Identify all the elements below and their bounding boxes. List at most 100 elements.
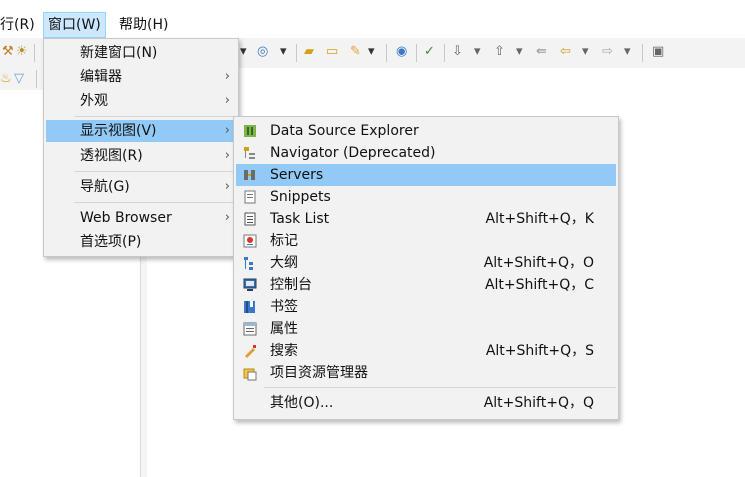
toolbar-dropdown-icon-6[interactable]: ▾ xyxy=(582,44,589,60)
toolbar-separator-5 xyxy=(444,44,445,62)
view-item-console[interactable]: 控制台 Alt+Shift+Q，C xyxy=(236,274,616,296)
search-icon xyxy=(245,345,256,358)
toolbar-last-edit-icon[interactable]: ⇚ xyxy=(536,44,547,60)
menubar: 行(R) 窗口(W) 帮助(H) xyxy=(0,12,745,38)
outline-icon xyxy=(244,257,253,270)
menu-run[interactable]: 行(R) xyxy=(0,12,39,38)
view-item-accelerator: Alt+Shift+Q，C xyxy=(484,277,594,293)
menu-item-label: 导航(G) xyxy=(80,179,130,195)
properties-icon xyxy=(243,322,257,336)
task-list-icon xyxy=(244,212,256,226)
menu-separator xyxy=(74,116,236,117)
view-item-accelerator: Alt+Shift+Q，S xyxy=(485,343,594,359)
toolbar-dropdown-icon-3[interactable]: ▾ xyxy=(368,44,375,60)
toolbar-mark-icon[interactable]: ✓ xyxy=(424,44,435,60)
chevron-right-icon: › xyxy=(224,123,230,138)
markers-icon xyxy=(243,234,257,248)
view-item-label: 大纲 xyxy=(270,255,298,271)
view-item-label: 其他(O)... xyxy=(270,395,334,411)
menu-item-preferences[interactable]: 首选项(P) xyxy=(46,231,236,253)
snippets-icon xyxy=(244,190,256,204)
toolbar-filter-icon[interactable]: ▽ xyxy=(14,71,24,87)
toolbar-separator-3 xyxy=(386,44,387,62)
toolbar-tool-icon[interactable]: ⚒ xyxy=(2,44,14,60)
toolbar-dropdown-icon-2[interactable]: ▾ xyxy=(280,44,287,60)
menu-item-label: 外观 xyxy=(80,93,108,109)
view-item-task-list[interactable]: Task List Alt+Shift+Q，K xyxy=(236,208,616,230)
toolbar-separator xyxy=(34,44,35,62)
chevron-right-icon: › xyxy=(224,69,230,84)
toolbar-separator-7 xyxy=(36,70,37,88)
console-icon xyxy=(243,278,257,291)
menu-item-perspective[interactable]: 透视图(R) › xyxy=(46,145,236,167)
data-source-icon xyxy=(244,125,256,137)
menu-item-show-view[interactable]: 显示视图(V) › xyxy=(46,120,236,142)
view-item-outline[interactable]: 大纲 Alt+Shift+Q，O xyxy=(236,252,616,274)
toolbar-sync-icon[interactable]: ♨ xyxy=(0,71,12,87)
show-view-submenu: Data Source Explorer Navigator (Deprecat… xyxy=(233,116,619,420)
view-item-accelerator: Alt+Shift+Q，O xyxy=(483,255,594,271)
view-item-other[interactable]: 其他(O)... Alt+Shift+Q，Q xyxy=(236,392,616,414)
toolbar-dropdown-icon-7[interactable]: ▾ xyxy=(624,44,631,60)
view-item-accelerator: Alt+Shift+Q，Q xyxy=(483,395,594,411)
toolbar-open-type-icon[interactable]: ▰ xyxy=(304,44,314,60)
toolbar-dropdown-icon-5[interactable]: ▾ xyxy=(516,44,523,60)
menu-separator xyxy=(264,387,616,388)
view-item-project-explorer[interactable]: 项目资源管理器 xyxy=(236,362,616,384)
menu-item-label: 首选项(P) xyxy=(80,234,142,250)
bookmarks-icon xyxy=(244,301,255,313)
menu-item-new-window[interactable]: 新建窗口(N) xyxy=(46,42,236,64)
menu-window[interactable]: 窗口(W) xyxy=(43,12,106,38)
project-explorer-icon xyxy=(243,368,257,381)
toolbar-globe-icon[interactable]: ◉ xyxy=(396,44,407,60)
toolbar-forward-icon[interactable]: ⇨ xyxy=(602,44,613,60)
menu-item-label: 显示视图(V) xyxy=(80,123,157,139)
toolbar-separator-4 xyxy=(416,44,417,62)
view-item-accelerator: Alt+Shift+Q，K xyxy=(485,211,594,227)
chevron-right-icon: › xyxy=(224,210,230,225)
chevron-right-icon: › xyxy=(224,179,230,194)
menu-separator xyxy=(74,202,236,203)
view-item-label: 搜索 xyxy=(270,343,298,359)
toolbar-back-icon[interactable]: ⇦ xyxy=(560,44,571,60)
secondary-toolbar: ♨ ▽ xyxy=(0,68,48,90)
toolbar-search-icon[interactable]: ✎ xyxy=(350,44,361,60)
view-item-servers[interactable]: Servers xyxy=(236,164,616,186)
toolbar-new-class-icon[interactable]: ◎ xyxy=(257,44,268,60)
view-item-label: 控制台 xyxy=(270,277,312,293)
toolbar-prev-annotation-icon[interactable]: ⇧ xyxy=(494,44,505,60)
menu-item-web-browser[interactable]: Web Browser › xyxy=(46,207,236,229)
chevron-right-icon: › xyxy=(224,148,230,163)
menu-item-appearance[interactable]: 外观 › xyxy=(46,90,236,112)
toolbar-next-annotation-icon[interactable]: ⇩ xyxy=(452,44,463,60)
toolbar-debug-icon[interactable]: ☀ xyxy=(16,44,28,60)
view-item-label: Snippets xyxy=(270,189,331,205)
toolbar-separator-2 xyxy=(296,44,297,62)
view-item-label: Data Source Explorer xyxy=(270,123,419,139)
menu-item-label: 新建窗口(N) xyxy=(80,45,158,61)
view-item-search[interactable]: 搜索 Alt+Shift+Q，S xyxy=(236,340,616,362)
menu-item-navigation[interactable]: 导航(G) › xyxy=(46,176,236,198)
view-item-bookmarks[interactable]: 书签 xyxy=(236,296,616,318)
menu-item-editor[interactable]: 编辑器 › xyxy=(46,66,236,88)
toolbar-dropdown-icon[interactable]: ▾ xyxy=(240,44,247,60)
view-item-properties[interactable]: 属性 xyxy=(236,318,616,340)
chevron-right-icon: › xyxy=(224,93,230,108)
view-item-snippets[interactable]: Snippets xyxy=(236,186,616,208)
menu-help[interactable]: 帮助(H) xyxy=(115,12,172,38)
view-item-label: Servers xyxy=(270,167,324,183)
toolbar-pin-editor-icon[interactable]: ▣ xyxy=(652,44,664,60)
view-item-markers[interactable]: 标记 xyxy=(236,230,616,252)
view-item-label: 标记 xyxy=(270,233,298,249)
toolbar-dropdown-icon-4[interactable]: ▾ xyxy=(474,44,481,60)
view-item-label: 属性 xyxy=(270,321,298,337)
view-item-navigator[interactable]: Navigator (Deprecated) xyxy=(236,142,616,164)
view-item-label: 书签 xyxy=(270,299,298,315)
servers-icon xyxy=(244,170,255,180)
view-item-label: Task List xyxy=(270,211,330,227)
toolbar-open-folder-icon[interactable]: ▭ xyxy=(326,44,338,60)
window-menu: 新建窗口(N) 编辑器 › 外观 › 显示视图(V) › 透视图(R) › 导航… xyxy=(43,38,239,257)
menu-item-label: 透视图(R) xyxy=(80,148,143,164)
view-item-label: 项目资源管理器 xyxy=(270,365,368,381)
view-item-data-source-explorer[interactable]: Data Source Explorer xyxy=(236,120,616,142)
